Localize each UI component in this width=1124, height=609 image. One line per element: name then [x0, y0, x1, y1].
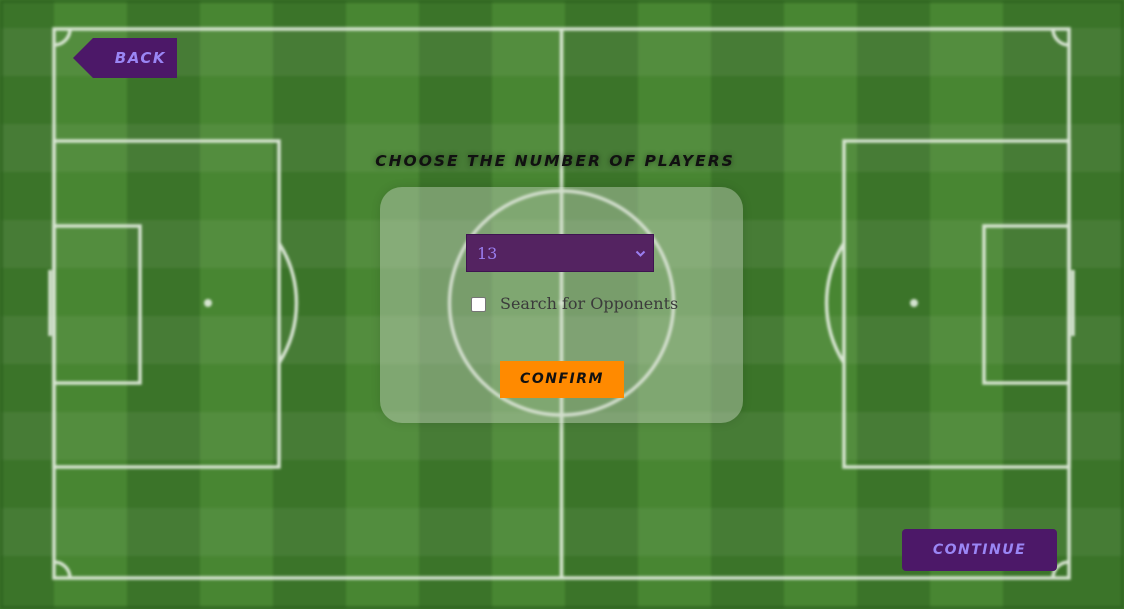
continue-button-label: CONTINUE [932, 542, 1027, 558]
chevron-down-icon [635, 250, 646, 257]
player-count-select[interactable]: 13 [466, 234, 654, 272]
page-title: CHOOSE THE NUMBER OF PLAYERS [375, 152, 735, 170]
continue-button[interactable]: CONTINUE [902, 529, 1057, 571]
confirm-button[interactable]: CONFIRM [500, 361, 624, 398]
player-count-selected-value: 13 [477, 244, 498, 263]
confirm-button-label: CONFIRM [520, 371, 604, 387]
back-button[interactable]: BACK [73, 38, 177, 78]
search-opponents-label[interactable]: Search for Opponents [500, 294, 678, 314]
back-button-label: BACK [114, 49, 166, 67]
search-opponents-checkbox[interactable] [471, 297, 486, 312]
